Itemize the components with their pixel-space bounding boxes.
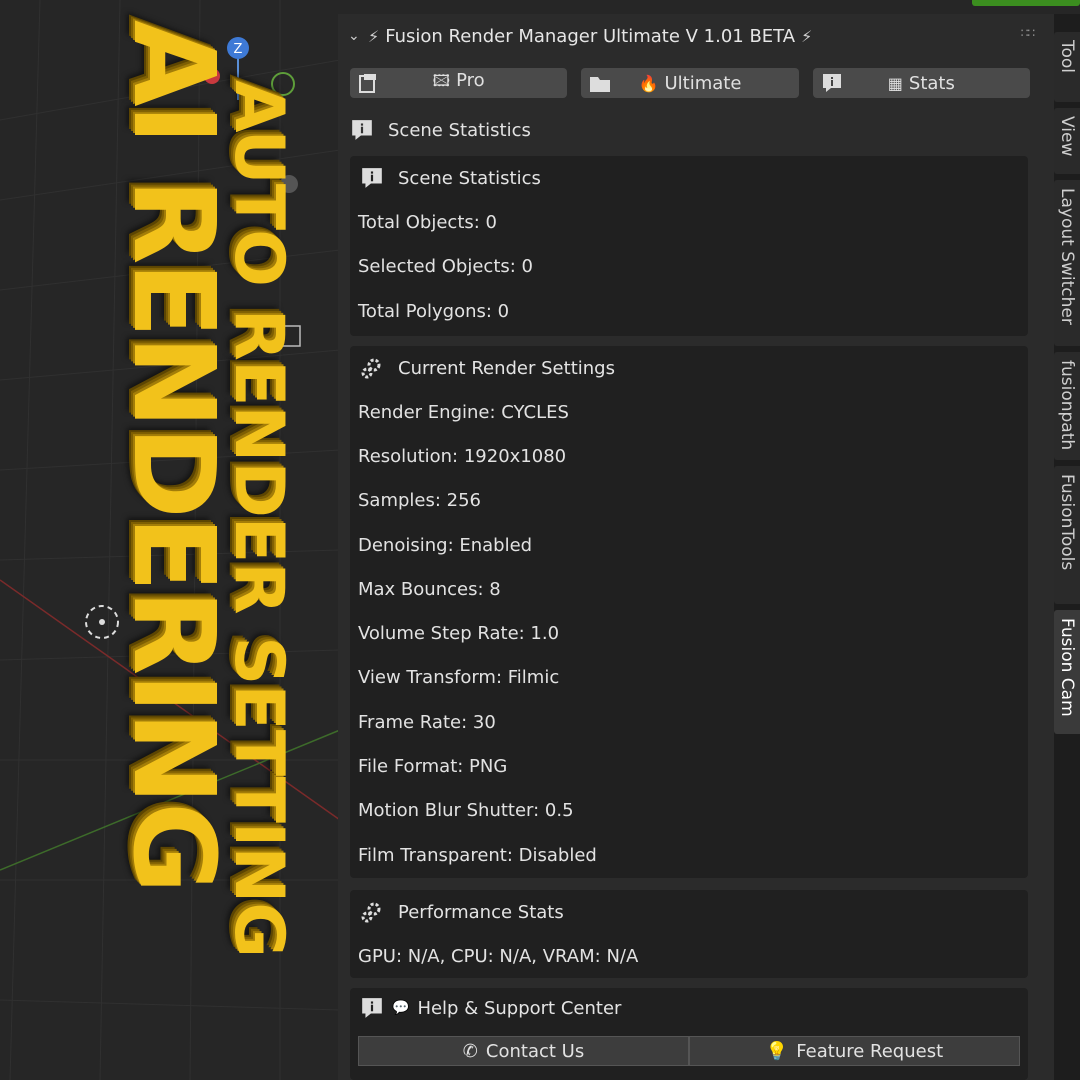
sidebar-tab-tool[interactable]: Tool xyxy=(1054,32,1080,102)
section-header: Current Render Settings xyxy=(350,346,1028,390)
tab-pro-label: Pro xyxy=(456,69,485,91)
scene-statistics-section: Scene Statistics Total Objects: 0 Select… xyxy=(350,156,1028,336)
performance-stats-section: Performance Stats GPU: N/A, CPU: N/A, VR… xyxy=(350,890,1028,978)
fire-icon: 🔥 xyxy=(638,73,659,93)
gears-icon xyxy=(361,902,381,923)
section-header: 💬 Help & Support Center xyxy=(350,988,1028,1028)
sidebar-tab-layout-switcher[interactable]: Layout Switcher xyxy=(1054,180,1080,346)
sidebar-tab-label: fusionpath xyxy=(1057,360,1077,451)
tab-ultimate-label: Ultimate xyxy=(664,72,742,94)
lightbulb-icon: 💡 xyxy=(765,1040,789,1062)
tab-stats[interactable]: ▦ Stats xyxy=(812,68,1030,98)
promo-subtitle-auto-render: AUTO RENDER SETTING xyxy=(219,80,298,958)
sidebar-tab-label: View xyxy=(1057,116,1077,157)
panel-header[interactable]: ⌄ ⚡ Fusion Render Manager Ultimate V 1.0… xyxy=(338,14,1054,58)
image-icon: 🖾 xyxy=(432,70,451,90)
section-title: Scene Statistics xyxy=(398,167,541,189)
setting-frame-rate: Frame Rate: 30 xyxy=(358,711,496,733)
scene-statistics-header-label: Scene Statistics xyxy=(388,119,531,141)
chevron-down-icon[interactable]: ⌄ xyxy=(348,28,362,44)
drag-grip-icon[interactable]: ∷∷ xyxy=(1021,26,1035,40)
setting-volume-step-rate: Volume Step Rate: 1.0 xyxy=(358,623,560,645)
render-manager-panel: ⌄ ⚡ Fusion Render Manager Ultimate V 1.0… xyxy=(338,14,1054,1080)
sidebar-tab-label: FusionTools xyxy=(1057,474,1077,571)
stat-hardware-usage: GPU: N/A, CPU: N/A, VRAM: N/A xyxy=(358,945,639,967)
setting-motion-blur-shutter: Motion Blur Shutter: 0.5 xyxy=(358,800,574,822)
panel-title: Fusion Render Manager Ultimate V 1.01 BE… xyxy=(385,25,796,47)
setting-view-transform: View Transform: Filmic xyxy=(358,667,560,689)
sidebar-tab-fusionpath[interactable]: fusionpath xyxy=(1054,352,1080,460)
setting-samples: Samples: 256 xyxy=(358,490,482,512)
setting-resolution: Resolution: 1920x1080 xyxy=(358,445,567,467)
sidebar-tab-view[interactable]: View xyxy=(1054,108,1080,174)
section-header: Performance Stats xyxy=(350,890,1028,934)
tab-ultimate[interactable]: 🔥 Ultimate xyxy=(581,68,799,98)
stat-selected-objects: Selected Objects: 0 xyxy=(358,256,533,278)
scene-statistics-header[interactable]: Scene Statistics xyxy=(350,118,531,142)
help-button-row: ✆ Contact Us 💡 Feature Request xyxy=(358,1036,1020,1066)
bolt-icon: ⚡ xyxy=(368,26,380,46)
active-workspace-indicator xyxy=(972,0,1080,6)
section-header: Scene Statistics xyxy=(350,156,1028,200)
info-icon xyxy=(362,998,382,1018)
feature-request-button[interactable]: 💡 Feature Request xyxy=(689,1036,1020,1066)
setting-file-format: File Format: PNG xyxy=(358,756,508,778)
film-icon xyxy=(359,74,376,93)
stat-total-objects: Total Objects: 0 xyxy=(358,211,497,233)
sidebar-tab-label: Tool xyxy=(1057,40,1077,74)
gears-icon xyxy=(361,358,381,379)
bolt-icon: ⚡ xyxy=(801,26,813,46)
sidebar-tab-fusion-cam[interactable]: Fusion Cam xyxy=(1054,610,1080,734)
phone-icon: ✆ xyxy=(462,1040,478,1062)
setting-render-engine: Render Engine: CYCLES xyxy=(358,401,569,423)
sidebar-tab-fusiontools[interactable]: FusionTools xyxy=(1054,466,1080,604)
tab-stats-label: Stats xyxy=(908,72,955,94)
contact-us-label: Contact Us xyxy=(485,1040,585,1062)
sidebar-tab-label: Fusion Cam xyxy=(1057,618,1077,717)
help-support-section: 💬 Help & Support Center ✆ Contact Us 💡 F… xyxy=(350,988,1028,1080)
bar-chart-icon: ▦ xyxy=(887,73,903,93)
chat-bubble-icon: 💬 xyxy=(392,1000,410,1016)
setting-denoising: Denoising: Enabled xyxy=(358,534,533,556)
panel-tabs: 🖾 Pro 🔥 Ultimate ▦ Stats xyxy=(350,68,1030,98)
contact-us-button[interactable]: ✆ Contact Us xyxy=(358,1036,689,1066)
section-title: Performance Stats xyxy=(398,901,564,923)
section-title: Current Render Settings xyxy=(398,357,615,379)
section-title: Help & Support Center xyxy=(417,997,622,1019)
sidebar-tab-label: Layout Switcher xyxy=(1057,188,1077,325)
stat-total-polygons: Total Polygons: 0 xyxy=(358,300,510,322)
sidebar-tabs: Tool View Layout Switcher fusionpath Fus… xyxy=(1054,14,1080,1080)
setting-film-transparent: Film Transparent: Disabled xyxy=(358,844,597,866)
info-icon xyxy=(352,120,372,140)
setting-max-bounces: Max Bounces: 8 xyxy=(358,578,501,600)
feature-request-label: Feature Request xyxy=(796,1040,944,1062)
folder-icon xyxy=(590,77,611,92)
info-icon xyxy=(362,168,382,188)
tab-pro[interactable]: 🖾 Pro xyxy=(350,68,568,98)
render-settings-section: Current Render Settings Render Engine: C… xyxy=(350,346,1028,878)
info-icon xyxy=(822,74,841,92)
